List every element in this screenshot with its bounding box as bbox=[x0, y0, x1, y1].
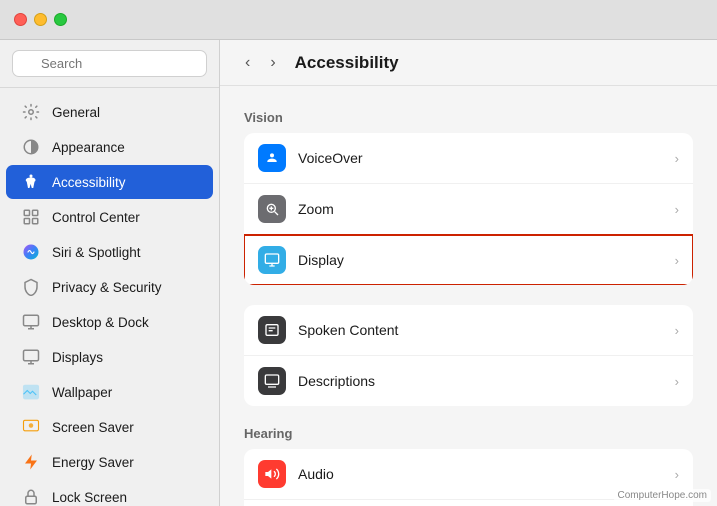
sidebar-item-privacy-security[interactable]: Privacy & Security bbox=[6, 270, 213, 304]
voiceover-label: VoiceOver bbox=[298, 150, 675, 166]
hearing-section-label: Hearing bbox=[244, 426, 693, 441]
spoken-group: Spoken Content › Descriptions › bbox=[244, 305, 693, 406]
watermark: ComputerHope.com bbox=[614, 489, 711, 502]
sidebar-item-general-label: General bbox=[52, 105, 100, 120]
sidebar-item-displays-label: Displays bbox=[52, 350, 103, 365]
sidebar-item-displays[interactable]: Displays bbox=[6, 340, 213, 374]
audio-icon bbox=[258, 460, 286, 488]
sidebar-item-appearance-label: Appearance bbox=[52, 140, 125, 155]
search-input[interactable] bbox=[12, 50, 207, 77]
zoom-chevron: › bbox=[675, 202, 679, 217]
energy-saver-icon bbox=[20, 451, 42, 473]
sidebar-item-accessibility-label: Accessibility bbox=[52, 175, 126, 190]
sidebar-item-wallpaper[interactable]: Wallpaper bbox=[6, 375, 213, 409]
sidebar-item-desktop-dock[interactable]: Desktop & Dock bbox=[6, 305, 213, 339]
zoom-row[interactable]: Zoom › bbox=[244, 184, 693, 235]
zoom-icon bbox=[258, 195, 286, 223]
sidebar-item-appearance[interactable]: Appearance bbox=[6, 130, 213, 164]
spoken-content-icon bbox=[258, 316, 286, 344]
sidebar-list: General Appearance bbox=[0, 88, 219, 506]
minimize-button[interactable] bbox=[34, 13, 47, 26]
sidebar-item-siri-spotlight[interactable]: Siri & Spotlight bbox=[6, 235, 213, 269]
page-title: Accessibility bbox=[295, 53, 399, 73]
descriptions-chevron: › bbox=[675, 374, 679, 389]
vision-section-label: Vision bbox=[244, 110, 693, 125]
sidebar-item-lock-screen[interactable]: Lock Screen bbox=[6, 480, 213, 506]
voiceover-row[interactable]: VoiceOver › bbox=[244, 133, 693, 184]
fullscreen-button[interactable] bbox=[54, 13, 67, 26]
spoken-content-label: Spoken Content bbox=[298, 322, 675, 338]
privacy-icon bbox=[20, 276, 42, 298]
screen-saver-icon bbox=[20, 416, 42, 438]
title-bar bbox=[0, 0, 717, 40]
detail-body: Vision VoiceOver › bbox=[220, 86, 717, 506]
audio-label: Audio bbox=[298, 466, 675, 482]
close-button[interactable] bbox=[14, 13, 27, 26]
display-icon bbox=[258, 246, 286, 274]
desktop-icon bbox=[20, 311, 42, 333]
detail-header: ‹ › Accessibility bbox=[220, 40, 717, 86]
back-button[interactable]: ‹ bbox=[240, 52, 255, 74]
main-content: 🔍 General bbox=[0, 40, 717, 506]
forward-button[interactable]: › bbox=[265, 52, 280, 74]
siri-icon bbox=[20, 241, 42, 263]
search-wrapper: 🔍 bbox=[12, 50, 207, 77]
zoom-label: Zoom bbox=[298, 201, 675, 217]
control-center-icon bbox=[20, 206, 42, 228]
sidebar-item-control-center[interactable]: Control Center bbox=[6, 200, 213, 234]
voiceover-icon bbox=[258, 144, 286, 172]
detail-panel: ‹ › Accessibility Vision VoiceOver › bbox=[220, 40, 717, 506]
sidebar-item-privacy-label: Privacy & Security bbox=[52, 280, 162, 295]
vision-group: VoiceOver › Zoom › bbox=[244, 133, 693, 285]
descriptions-icon bbox=[258, 367, 286, 395]
descriptions-label: Descriptions bbox=[298, 373, 675, 389]
sidebar: 🔍 General bbox=[0, 40, 220, 506]
voiceover-chevron: › bbox=[675, 151, 679, 166]
sidebar-item-general[interactable]: General bbox=[6, 95, 213, 129]
sidebar-item-lock-screen-label: Lock Screen bbox=[52, 490, 127, 505]
display-chevron: › bbox=[675, 253, 679, 268]
wallpaper-icon bbox=[20, 381, 42, 403]
traffic-lights bbox=[14, 13, 67, 26]
displays-icon bbox=[20, 346, 42, 368]
appearance-icon bbox=[20, 136, 42, 158]
sidebar-item-control-center-label: Control Center bbox=[52, 210, 140, 225]
sidebar-item-siri-label: Siri & Spotlight bbox=[52, 245, 141, 260]
sidebar-item-desktop-label: Desktop & Dock bbox=[52, 315, 149, 330]
descriptions-row[interactable]: Descriptions › bbox=[244, 356, 693, 406]
spoken-content-chevron: › bbox=[675, 323, 679, 338]
audio-chevron: › bbox=[675, 467, 679, 482]
accessibility-icon bbox=[20, 171, 42, 193]
general-icon bbox=[20, 101, 42, 123]
display-label: Display bbox=[298, 252, 675, 268]
display-row[interactable]: Display › bbox=[244, 235, 693, 285]
lock-screen-icon bbox=[20, 486, 42, 506]
sidebar-item-accessibility[interactable]: Accessibility bbox=[6, 165, 213, 199]
search-container: 🔍 bbox=[0, 40, 219, 88]
sidebar-item-wallpaper-label: Wallpaper bbox=[52, 385, 112, 400]
sidebar-item-energy-saver[interactable]: Energy Saver bbox=[6, 445, 213, 479]
spoken-content-row[interactable]: Spoken Content › bbox=[244, 305, 693, 356]
sidebar-item-screen-saver-label: Screen Saver bbox=[52, 420, 134, 435]
sidebar-item-energy-saver-label: Energy Saver bbox=[52, 455, 134, 470]
sidebar-item-screen-saver[interactable]: Screen Saver bbox=[6, 410, 213, 444]
